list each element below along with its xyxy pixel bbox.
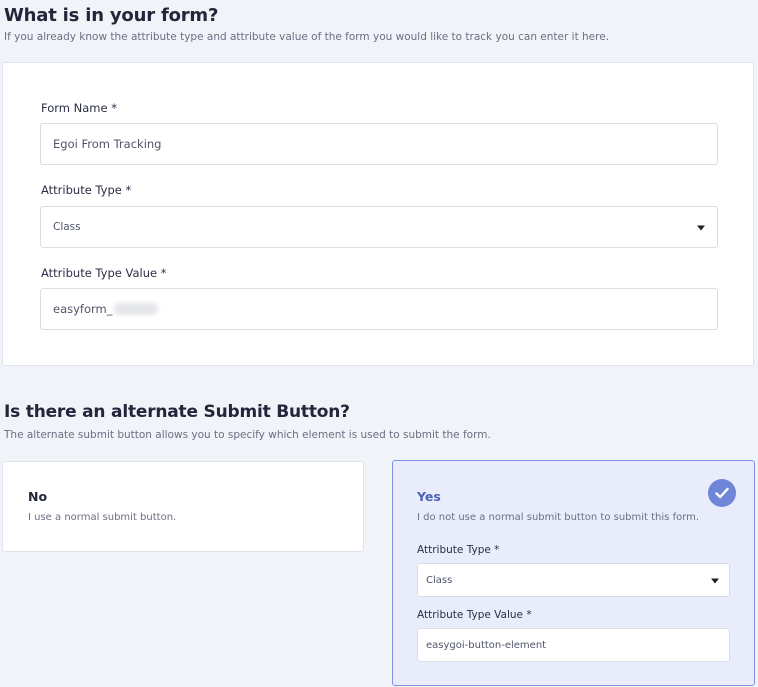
form-section-title: What is in your form? — [4, 5, 219, 26]
caret-down-icon — [711, 578, 719, 584]
attribute-value-text: easyform_ — [53, 302, 113, 316]
alt-attribute-value-input[interactable]: easygoi-button-element — [417, 628, 730, 662]
check-icon — [708, 479, 736, 507]
alt-attribute-value-text: easygoi-button-element — [426, 639, 547, 651]
alternate-button-section-title: Is there an alternate Submit Button? — [4, 402, 350, 422]
option-yes-title: Yes — [417, 489, 441, 504]
alt-attribute-type-select[interactable]: Class — [417, 563, 730, 597]
alternate-button-section-subtitle: The alternate submit button allows you t… — [4, 429, 491, 441]
form-name-label: Form Name * — [41, 101, 117, 115]
alt-attribute-type-label: Attribute Type * — [417, 544, 500, 556]
attribute-type-select[interactable]: Class — [40, 206, 718, 248]
form-name-value: Egoi From Tracking — [53, 137, 162, 151]
alt-attribute-value-label: Attribute Type Value * — [417, 609, 532, 621]
caret-down-icon — [697, 225, 705, 231]
redacted-text — [114, 303, 159, 315]
attribute-type-label: Attribute Type * — [41, 183, 132, 197]
option-no-title: No — [28, 489, 48, 504]
form-section-subtitle: If you already know the attribute type a… — [4, 31, 610, 43]
option-no-card[interactable]: No I use a normal submit button. — [2, 461, 364, 552]
form-name-input[interactable]: Egoi From Tracking — [40, 123, 718, 165]
attribute-type-selected: Class — [53, 221, 81, 233]
option-yes-description: I do not use a normal submit button to s… — [417, 512, 700, 523]
alt-attribute-type-selected: Class — [426, 574, 453, 586]
attribute-value-label: Attribute Type Value * — [41, 266, 167, 280]
attribute-value-input[interactable]: easyform_ — [40, 288, 718, 330]
option-yes-card[interactable]: Yes I do not use a normal submit button … — [392, 460, 755, 686]
form-details-card: Form Name * Egoi From Tracking Attribute… — [2, 62, 754, 366]
option-no-description: I use a normal submit button. — [28, 512, 177, 523]
